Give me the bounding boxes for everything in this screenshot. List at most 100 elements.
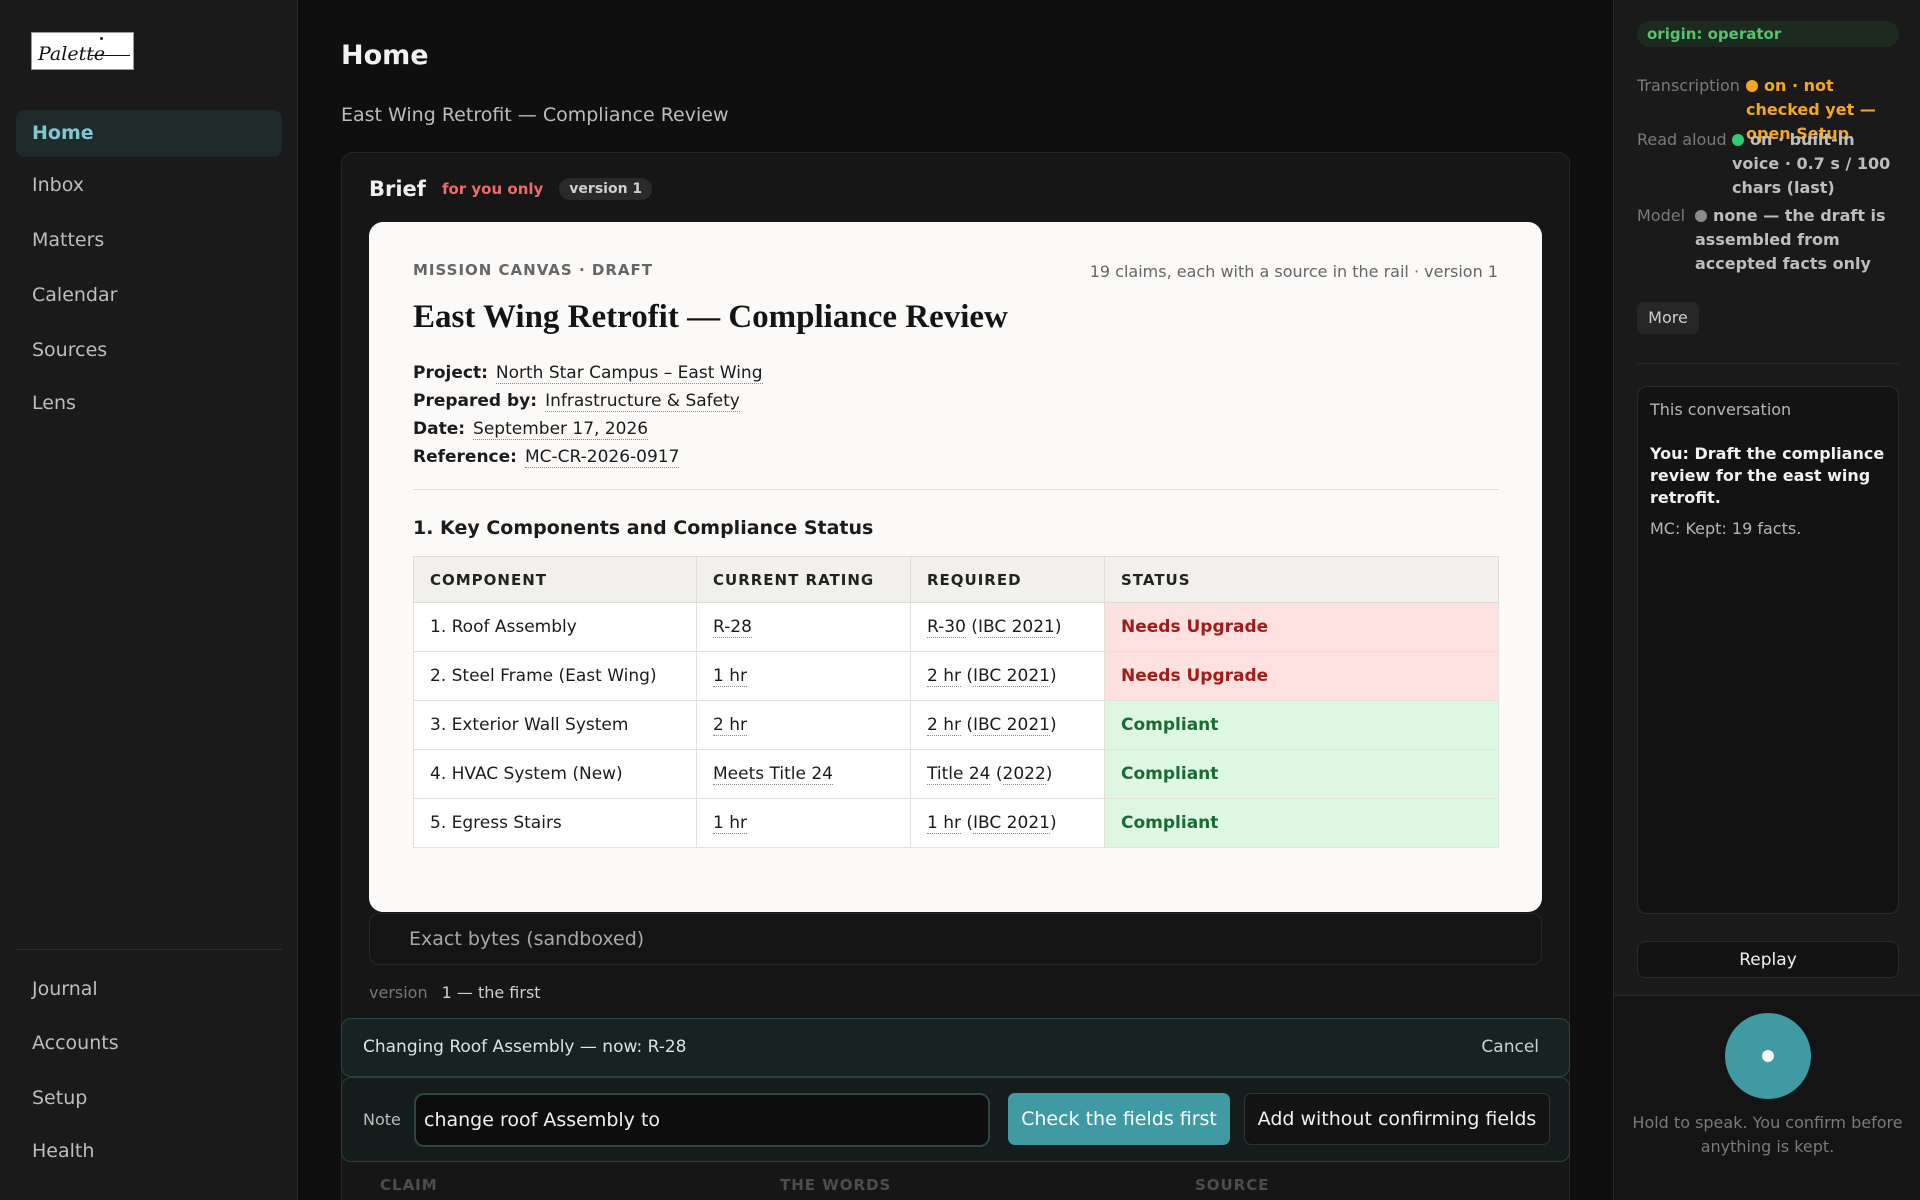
table-row: 4. HVAC System (New) Meets Title 24 Title … [413,749,1499,799]
replay-button[interactable]: Replay [1637,941,1899,978]
privacy-badge: for you only [441,180,544,198]
sidebar-item-sources[interactable]: Sources [16,327,282,374]
claim-link[interactable]: IBC 2021 [973,666,1050,687]
hold-to-speak-hint: Hold to speak. You confirm before anythi… [1632,1113,1903,1156]
check-fields-button[interactable]: Check the fields first [1008,1093,1230,1145]
sidebar-item-accounts[interactable]: Accounts [16,1020,282,1067]
status-model: Model none — the draft is assembled from… [1637,206,1886,273]
claim-link[interactable]: Title 24 [927,764,991,785]
rating-cell: 1 hr [696,651,911,701]
required-cell: 1 hr (IBC 2021) [910,798,1105,848]
add-without-confirming-button[interactable]: Add without confirming fields [1244,1093,1550,1145]
claim-link[interactable]: 2 hr [927,666,961,687]
field-project: Project: North Star Campus – East Wing [413,363,763,384]
sidebar-item-inbox[interactable]: Inbox [16,162,282,209]
field-prepared-by: Prepared by: Infrastructure & Safety [413,391,740,412]
status-cell: Compliant [1104,798,1499,848]
col-source: SOURCE [1195,1176,1270,1194]
doc-title: East Wing Retrofit — Compliance Review [413,299,1008,335]
col-component: COMPONENT [413,556,697,603]
version-badge: version 1 [559,178,653,200]
doc-meta: 19 claims, each with a source in the rai… [1089,262,1498,281]
app-logo[interactable]: Palette [31,32,134,70]
claim-link[interactable]: MC-CR-2026-0917 [524,447,680,468]
claim-link[interactable]: 2 hr [713,715,747,736]
right-rail: origin: operator Transcription on · not … [1613,0,1920,1200]
voice-panel: Hold to speak. You confirm before anythi… [1614,995,1920,1200]
field-date: Date: September 17, 2026 [413,419,649,440]
claim-link[interactable]: 1 hr [927,813,961,834]
table-row: 3. Exterior Wall System 2 hr 2 hr (IBC 202… [413,700,1499,750]
claim-link[interactable]: IBC 2021 [977,617,1055,638]
rating-cell: Meets Title 24 [696,749,911,799]
claim-link[interactable]: 1 hr [713,813,747,834]
status-cell: Needs Upgrade [1104,651,1499,701]
rating-cell: 1 hr [696,798,911,848]
note-bar: Note Check the fields first Add without … [341,1077,1570,1162]
cancel-button[interactable]: Cancel [1481,1037,1539,1057]
change-description: Changing Roof Assembly — now: R-28 [363,1037,687,1057]
status-read-aloud: Read aloud on · built-in voice · 0.7 s /… [1637,130,1891,197]
table-row: 1. Roof Assembly R-28 R-30 (IBC 2021) Needs… [413,602,1499,652]
mission-canvas-document: MISSION CANVAS · DRAFT 19 claims, each w… [369,222,1542,912]
table-row: 2. Steel Frame (East Wing) 1 hr 2 hr (IBC … [413,651,1499,701]
claim-link[interactable]: 2022 [1002,764,1046,785]
component-cell: 3. Exterior Wall System [413,700,697,750]
conversation-panel: This conversation You: Draft the complia… [1637,386,1899,914]
conversation-heading: This conversation [1650,400,1792,419]
brief-title: Brief [369,177,426,201]
status-cell: Compliant [1104,700,1499,750]
sidebar-item-calendar[interactable]: Calendar [16,272,282,319]
user-message: You: Draft the compliance review for the… [1650,444,1885,507]
col-claim: CLAIM [380,1176,438,1194]
more-button[interactable]: More [1637,302,1699,334]
brief-header: Brief for you only version 1 [369,177,653,201]
claim-link[interactable]: North Star Campus – East Wing [495,363,763,384]
claim-link[interactable]: IBC 2021 [973,715,1050,736]
microphone-button[interactable] [1725,1013,1811,1099]
doc-fields: Project: North Star Campus – East Wing Pr… [413,359,763,471]
note-input[interactable] [414,1093,990,1147]
claim-link[interactable]: Infrastructure & Safety [545,391,740,412]
claim-link[interactable]: IBC 2021 [973,813,1050,834]
table-header-row: COMPONENT CURRENT RATING REQUIRED STATUS [413,556,1499,603]
logo-text: Palette [38,43,106,65]
required-cell: Title 24 (2022) [910,749,1105,799]
required-cell: 2 hr (IBC 2021) [910,700,1105,750]
claim-link[interactable]: September 17, 2026 [473,419,649,440]
claims-table-header: CLAIM THE WORDS SOURCE [341,1166,1570,1200]
rating-cell: R-28 [696,602,911,652]
sidebar-item-lens[interactable]: Lens [16,380,282,427]
assistant-message: MC: Kept: 19 facts. [1650,519,1802,538]
status-transcription: Transcription on · not checked yet — ope… [1637,76,1876,143]
sidebar-item-health[interactable]: Health [16,1128,282,1175]
sidebar-item-home[interactable]: Home [16,110,282,157]
rail-divider [1637,363,1899,364]
page-subtitle: East Wing Retrofit — Compliance Review [341,104,729,126]
sidebar-item-setup[interactable]: Setup [16,1075,282,1122]
section-heading: 1. Key Components and Compliance Status [413,517,874,539]
component-cell: 1. Roof Assembly [413,602,697,652]
status-dot-icon [1695,210,1707,222]
status-cell: Needs Upgrade [1104,602,1499,652]
sidebar-item-matters[interactable]: Matters [16,217,282,264]
required-cell: 2 hr (IBC 2021) [910,651,1105,701]
origin-badge: origin: operator [1637,21,1899,47]
claim-link[interactable]: 2 hr [927,715,961,736]
page-title: Home [341,40,429,71]
component-cell: 5. Egress Stairs [413,798,697,848]
doc-divider [413,489,1499,490]
note-label: Note [363,1110,401,1129]
exact-bytes-toggle[interactable]: Exact bytes (sandboxed) [369,913,1542,965]
rating-cell: 2 hr [696,700,911,750]
claim-link[interactable]: Meets Title 24 [713,764,833,785]
version-row: version 1 — the first [369,983,541,1002]
claim-link[interactable]: 1 hr [713,666,747,687]
compliance-table: COMPONENT CURRENT RATING REQUIRED STATUS… [413,556,1499,848]
component-cell: 2. Steel Frame (East Wing) [413,651,697,701]
sidebar-divider [16,949,282,950]
col-current-rating: CURRENT RATING [696,556,911,603]
sidebar-item-journal[interactable]: Journal [16,966,282,1013]
claim-link[interactable]: R-30 [927,617,966,638]
claim-link[interactable]: R-28 [713,617,752,638]
